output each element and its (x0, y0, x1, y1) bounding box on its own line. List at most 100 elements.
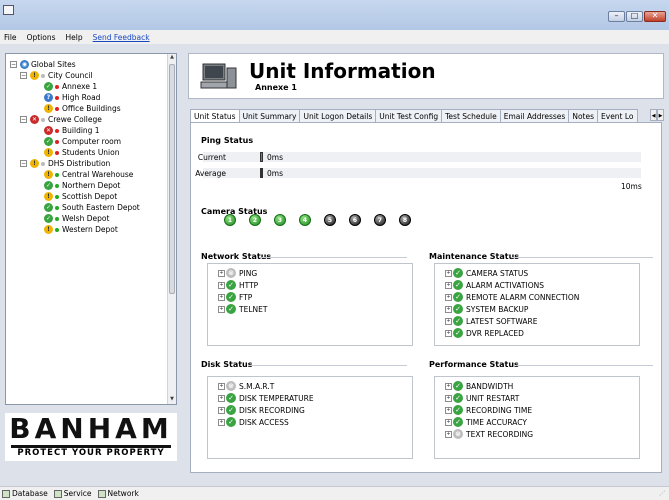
camera-3-icon[interactable]: 3 (274, 214, 286, 226)
tree-scrollbar[interactable]: ▲ ▼ (167, 54, 176, 404)
tree-node-label: Building 1 (62, 126, 100, 135)
expand-icon[interactable]: + (218, 383, 225, 390)
tree-node-label: City Council (48, 71, 93, 80)
expand-icon[interactable]: + (218, 395, 225, 402)
tab-unit-status[interactable]: Unit Status (190, 109, 240, 123)
ping-current-row: Current 0ms (198, 152, 641, 162)
expand-icon[interactable]: + (218, 294, 225, 301)
page-subtitle: Annexe 1 (255, 83, 297, 92)
tab-scroll: ◀ ▶ (650, 109, 664, 121)
tab-test-schedule[interactable]: Test Schedule (441, 109, 501, 123)
expand-icon[interactable]: + (218, 306, 225, 313)
collapse-icon[interactable]: − (10, 61, 17, 68)
menu-options[interactable]: Options (27, 33, 56, 42)
tree-node-label: Computer room (62, 137, 122, 146)
divider (517, 365, 653, 366)
check-icon: ✓ (453, 328, 463, 338)
collapse-icon[interactable]: − (20, 160, 27, 167)
menu-help[interactable]: Help (66, 33, 83, 42)
connection-dot-icon (55, 107, 59, 111)
expand-icon[interactable]: + (445, 419, 452, 426)
tab-unit-summary[interactable]: Unit Summary (238, 109, 301, 123)
expand-icon[interactable]: + (218, 282, 225, 289)
connection-dot-icon (55, 228, 59, 232)
expand-icon[interactable]: + (218, 407, 225, 414)
camera-6-icon[interactable]: 6 (349, 214, 361, 226)
tab-prev-icon[interactable]: ◀ (650, 109, 657, 121)
scroll-thumb[interactable] (169, 64, 175, 294)
camera-1-icon[interactable]: 1 (224, 214, 236, 226)
tree-node-label: High Road (62, 93, 101, 102)
status-database: Database (2, 489, 48, 498)
minimize-button[interactable]: – (608, 11, 625, 22)
expand-icon[interactable]: + (445, 282, 452, 289)
status-item-label: S.M.A.R.T (239, 382, 275, 391)
ping-current-label: Current (197, 153, 226, 162)
ok-status-icon: ✓ (44, 181, 53, 190)
status-item-label: RECORDING TIME (466, 406, 533, 415)
camera-5-icon[interactable]: 5 (324, 214, 336, 226)
expand-icon[interactable]: + (445, 294, 452, 301)
expand-icon[interactable]: + (218, 270, 225, 277)
expand-icon[interactable]: + (445, 407, 452, 414)
tree-node-label: Central Warehouse (62, 170, 134, 179)
expand-icon[interactable]: + (445, 431, 452, 438)
tab-unit-logon-details[interactable]: Unit Logon Details (299, 109, 377, 123)
ok-status-icon: ✓ (44, 214, 53, 223)
expand-icon[interactable]: + (445, 330, 452, 337)
err-status-icon: ✕ (44, 126, 53, 135)
maximize-button[interactable]: □ (626, 11, 643, 22)
tab-next-icon[interactable]: ▶ (657, 109, 664, 121)
close-button[interactable]: ✕ (644, 11, 666, 22)
status-item-label: TIME ACCURACY (466, 418, 527, 427)
check-icon: ✓ (453, 381, 463, 391)
ok-status-icon: ✓ (44, 137, 53, 146)
warn-status-icon: ! (44, 192, 53, 201)
tab-event-lo[interactable]: Event Lo (597, 109, 638, 123)
network-icon (97, 489, 106, 498)
check-icon: ✓ (453, 280, 463, 290)
logo-name: BANHAM (9, 412, 173, 445)
check-icon: ✓ (453, 292, 463, 302)
tab-email-addresses[interactable]: Email Addresses (499, 109, 570, 123)
connection-dot-icon (55, 85, 59, 89)
tab-unit-test-config[interactable]: Unit Test Config (375, 109, 443, 123)
expand-icon[interactable]: + (445, 383, 452, 390)
check-icon: ✓ (226, 417, 236, 427)
tree-node-label: DHS Distribution (48, 159, 111, 168)
title-bar: – □ ✕ (0, 0, 669, 30)
collapse-icon[interactable]: − (20, 116, 27, 123)
expand-icon[interactable]: + (445, 318, 452, 325)
site-tree-panel: − ◉ Global Sites −! City Council ✓ Annexe 1? Hi… (5, 53, 177, 405)
resize-grip-icon[interactable]: ⋰ (659, 490, 667, 498)
logo-tagline: PROTECT YOUR PROPERTY (17, 448, 165, 458)
expand-icon[interactable]: + (218, 419, 225, 426)
connection-dot-icon (55, 140, 59, 144)
tab-notes[interactable]: Notes (568, 109, 599, 123)
menu-file[interactable]: File (4, 33, 17, 42)
main-panel: Unit Information Annexe 1 Unit Status Uni… (188, 53, 664, 473)
tree-node-label: Welsh Depot (62, 214, 110, 223)
app-icon (3, 5, 14, 15)
tree-node-label: Global Sites (31, 60, 76, 69)
divider (259, 257, 407, 258)
check-icon: ✓ (226, 280, 236, 290)
status-item-label: TELNET (239, 305, 268, 314)
camera-8-icon[interactable]: 8 (399, 214, 411, 226)
expand-icon[interactable]: + (445, 306, 452, 313)
send-feedback-link[interactable]: Send Feedback (93, 33, 150, 42)
unknown-icon: ⊗ (226, 268, 236, 278)
connection-dot-icon (55, 151, 59, 155)
performance-status-title: Performance Status (429, 360, 519, 369)
expand-icon[interactable]: + (445, 395, 452, 402)
camera-2-icon[interactable]: 2 (249, 214, 261, 226)
scroll-down-icon[interactable]: ▼ (168, 396, 176, 404)
expand-icon[interactable]: + (445, 270, 452, 277)
status-item-label: ALARM ACTIVATIONS (466, 281, 544, 290)
network-status-box: + ⊗ PING + ✓ HTTP + ✓ FTP + ✓ TELNET (207, 263, 413, 346)
ping-current-value: 0ms (267, 153, 283, 162)
camera-4-icon[interactable]: 4 (299, 214, 311, 226)
collapse-icon[interactable]: − (20, 72, 27, 79)
camera-7-icon[interactable]: 7 (374, 214, 386, 226)
scroll-up-icon[interactable]: ▲ (168, 54, 176, 62)
